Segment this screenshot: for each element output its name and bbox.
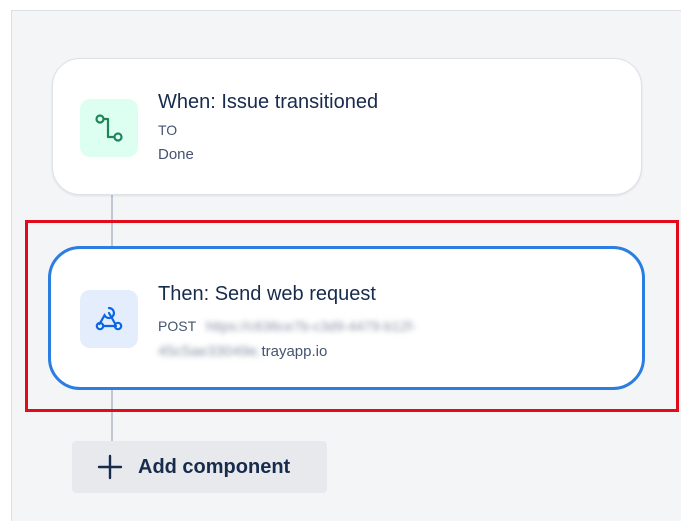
add-component-button[interactable]: Add component (72, 441, 327, 493)
highlight-annotation (25, 220, 679, 412)
trigger-to-value: Done (158, 146, 194, 163)
trigger-to-label: TO (158, 122, 178, 138)
plus-icon (96, 453, 124, 481)
trigger-title: When: Issue transitioned (158, 91, 379, 113)
branch-arrow-icon (80, 99, 138, 157)
trigger-card[interactable]: When: Issue transitioned TO Done (52, 58, 642, 195)
add-component-label: Add component (138, 455, 291, 478)
